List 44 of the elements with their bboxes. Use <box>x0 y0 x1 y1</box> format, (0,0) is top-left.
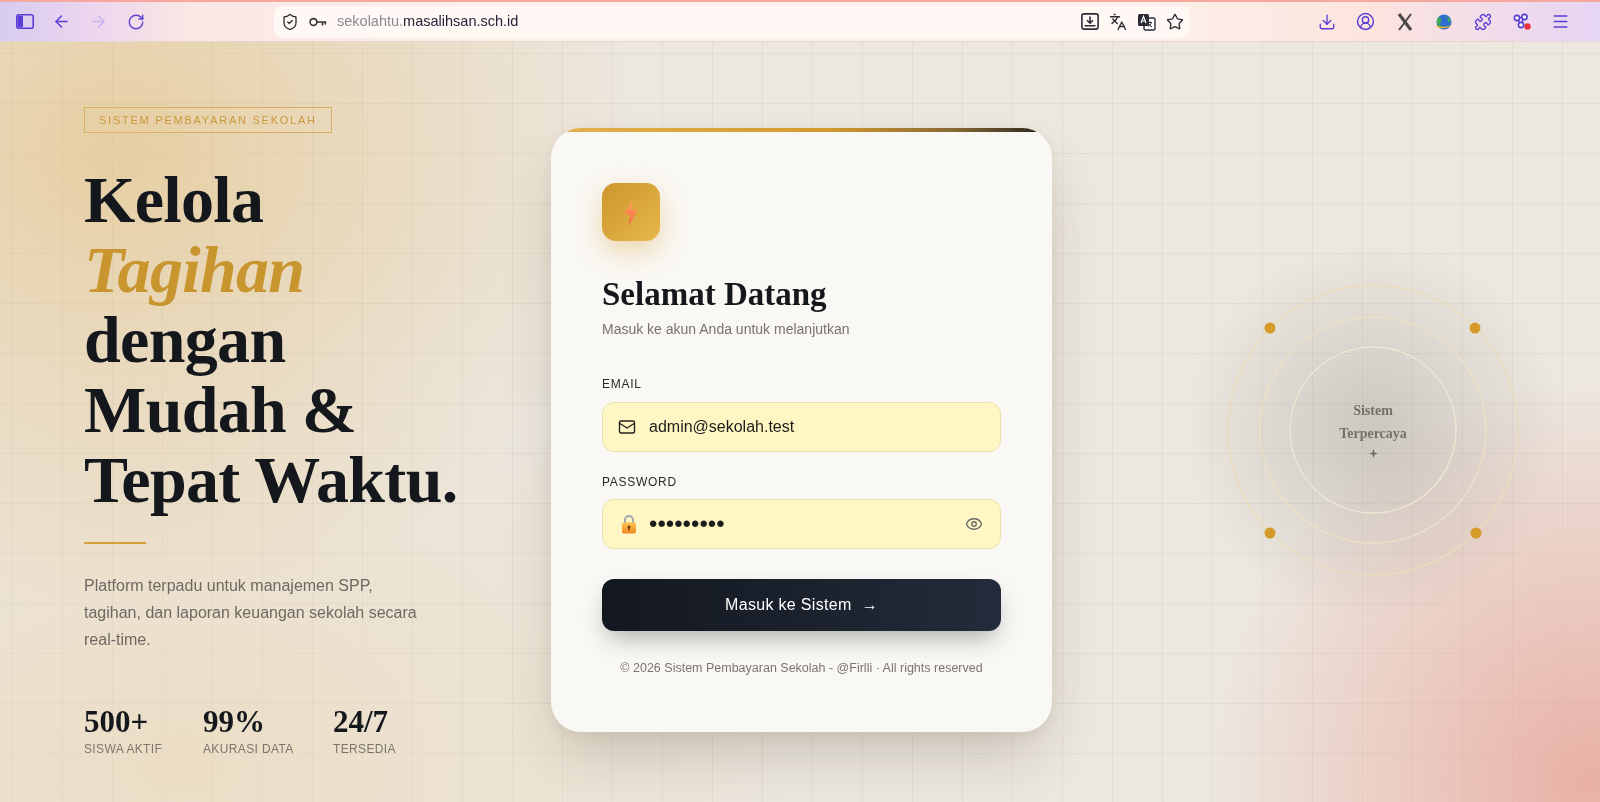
card-title: Selamat Datang <box>602 275 827 314</box>
hero-description: Platform terpadu untuk manajemen SPP, tagihan, dan laporan keuangan sekolah secara real-time. <box>84 576 418 650</box>
puzzle-icon[interactable] <box>1473 12 1492 31</box>
key-icon[interactable] <box>309 16 327 27</box>
mail-icon <box>618 418 636 436</box>
stat-value: 500+ <box>84 707 149 737</box>
stat-label: AKURASI DATA <box>203 741 294 758</box>
menu-icon[interactable] <box>1551 12 1570 31</box>
stat-value: 24/7 <box>333 707 389 737</box>
reload-icon[interactable] <box>126 12 145 31</box>
card-footer: © 2026 Sistem Pembayaran Sekolah - @Firlli · All rights reserved <box>620 659 983 677</box>
lightning-icon <box>602 183 660 241</box>
download-box-icon[interactable] <box>1081 13 1099 30</box>
eye-icon[interactable] <box>965 515 983 533</box>
address-bar[interactable]: sekolahtu.masalihsan.sch.id <box>274 5 1190 38</box>
url-text[interactable]: sekolahtu.masalihsan.sch.id <box>337 10 519 33</box>
email-field[interactable]: admin@sekolah.test <box>602 402 1001 452</box>
translate-icon[interactable] <box>1109 12 1127 31</box>
shield-icon[interactable] <box>281 12 299 31</box>
download-icon[interactable] <box>1317 12 1336 31</box>
back-icon[interactable] <box>52 12 71 31</box>
stat-label: SISWA AKTIF <box>84 741 163 758</box>
field-label: PASSWORD <box>602 474 677 490</box>
orbit-dot-icon <box>1469 322 1481 334</box>
sparkle-icon <box>1368 448 1378 458</box>
page-translate-icon[interactable] <box>1137 12 1156 31</box>
x-logo-icon[interactable] <box>1396 12 1413 31</box>
stat-label: TERSEDIA <box>333 741 396 758</box>
lock-icon <box>621 514 637 534</box>
nodes-icon[interactable] <box>1511 12 1532 31</box>
star-icon[interactable] <box>1166 12 1184 31</box>
orbit-dot-icon <box>1264 527 1276 539</box>
orbit-dot-icon <box>1264 322 1276 334</box>
category-badge: SISTEM PEMBAYARAN SEKOLAH <box>84 107 332 133</box>
password-field[interactable]: ••••••••• <box>602 499 1001 549</box>
hero-headline: Kelola Tagihan dengan Mudah & Tepat Waktu. <box>84 165 458 515</box>
stat-value: 99% <box>203 707 265 737</box>
ring-caption: Sistem Terpercaya <box>1338 401 1408 443</box>
orbit-dot-icon <box>1470 527 1482 539</box>
card-subtitle: Masuk ke akun Anda untuk melanjutkan <box>602 320 850 339</box>
account-icon[interactable] <box>1356 12 1375 31</box>
submit-button[interactable]: Masuk ke Sistem → <box>602 579 1001 631</box>
sidebar-icon[interactable] <box>15 14 34 29</box>
field-label: EMAIL <box>602 376 642 392</box>
